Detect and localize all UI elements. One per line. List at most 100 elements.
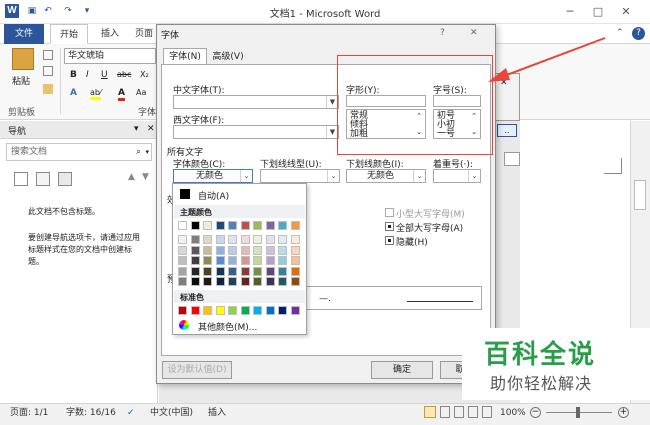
strikethrough-button[interactable]: abc: [117, 70, 131, 79]
color-swatch[interactable]: [178, 245, 187, 255]
color-swatch[interactable]: [278, 266, 287, 276]
zoom-slider-thumb[interactable]: [576, 407, 580, 418]
collapse-ribbon-icon[interactable]: ⌃: [616, 28, 628, 40]
subscript-button[interactable]: X₂: [140, 70, 149, 79]
search-icon[interactable]: ⌕: [136, 147, 141, 157]
color-swatch[interactable]: [240, 277, 250, 286]
nav-prev-icon[interactable]: ▲: [128, 172, 135, 182]
undo-icon[interactable]: ↶: [42, 5, 54, 18]
color-swatch[interactable]: [203, 235, 212, 244]
minimize-button[interactable]: ─: [558, 3, 582, 21]
color-swatch[interactable]: [228, 221, 237, 230]
color-swatch[interactable]: [178, 256, 187, 265]
zoom-level[interactable]: 100%: [500, 405, 526, 421]
full-screen-reading-icon[interactable]: [440, 406, 450, 418]
tab-file[interactable]: 文件: [4, 24, 44, 44]
text-effects-button[interactable]: A: [70, 88, 77, 98]
color-swatch[interactable]: [203, 277, 212, 286]
color-swatch[interactable]: [278, 235, 287, 244]
nav-headings-tab-icon[interactable]: [14, 172, 28, 186]
color-swatch[interactable]: [253, 235, 262, 244]
color-swatch[interactable]: [228, 235, 237, 244]
help-icon[interactable]: ?: [632, 27, 645, 40]
color-swatch[interactable]: [253, 221, 262, 230]
color-swatch[interactable]: [278, 306, 287, 315]
font-color-combo[interactable]: 无颜色 ⌄: [173, 169, 253, 183]
color-swatch[interactable]: [178, 277, 187, 286]
color-swatch[interactable]: [228, 306, 237, 315]
color-swatch[interactable]: [290, 256, 300, 265]
draft-view-icon[interactable]: [482, 406, 492, 418]
proofing-icon[interactable]: ✓: [127, 405, 135, 421]
dialog-help-button[interactable]: ?: [440, 28, 445, 38]
dialog-close-button[interactable]: ✕: [470, 28, 478, 38]
paste-icon[interactable]: [12, 48, 34, 70]
color-swatch[interactable]: [240, 245, 250, 255]
color-swatch[interactable]: [178, 235, 187, 244]
auto-color-swatch[interactable]: [180, 189, 190, 199]
nav-options-icon[interactable]: ▾: [134, 124, 139, 134]
hidden-checkbox[interactable]: [385, 236, 394, 245]
chevron-down-icon[interactable]: ⌄: [413, 170, 425, 182]
status-page[interactable]: 页面: 1/1: [10, 405, 48, 421]
search-dropdown-icon[interactable]: ▾: [145, 147, 149, 157]
status-mode[interactable]: 插入: [208, 405, 226, 421]
color-swatch[interactable]: [290, 306, 300, 315]
zoom-out-icon[interactable]: −: [530, 407, 541, 418]
status-words[interactable]: 字数: 16/16: [66, 405, 116, 421]
tab-insert[interactable]: 插入: [94, 24, 126, 44]
color-swatch[interactable]: [228, 266, 237, 276]
color-swatch[interactable]: [190, 245, 200, 255]
color-swatch[interactable]: [240, 306, 250, 315]
chevron-down-icon[interactable]: ⌄: [468, 170, 480, 182]
copy-icon[interactable]: [43, 66, 53, 76]
cut-icon[interactable]: [43, 50, 53, 60]
customize-qat-icon[interactable]: ▾: [82, 5, 92, 18]
ribbon-font-name-combo[interactable]: 华文琥珀: [64, 48, 156, 64]
chevron-down-icon[interactable]: ⌄: [327, 170, 339, 182]
color-swatch[interactable]: [215, 235, 225, 244]
color-swatch[interactable]: [203, 306, 212, 315]
color-swatch[interactable]: [240, 235, 250, 244]
more-colors-option[interactable]: 其他颜色(M)...: [198, 320, 257, 333]
color-swatch[interactable]: [253, 245, 262, 255]
underline-button[interactable]: U: [101, 70, 108, 80]
bold-button[interactable]: B: [70, 70, 77, 80]
color-swatch[interactable]: [178, 266, 187, 276]
color-swatch[interactable]: [290, 221, 300, 230]
maximize-button[interactable]: □: [586, 3, 610, 21]
format-painter-icon[interactable]: [43, 84, 53, 94]
background-dialog-button[interactable]: ..: [497, 124, 517, 137]
color-swatch[interactable]: [278, 221, 287, 230]
font-color-button[interactable]: A: [118, 88, 125, 101]
color-swatch[interactable]: [228, 245, 237, 255]
color-swatch[interactable]: [265, 235, 275, 244]
color-swatch[interactable]: [253, 306, 262, 315]
chevron-down-icon[interactable]: ⌄: [240, 170, 252, 182]
color-swatch[interactable]: [203, 266, 212, 276]
outline-view-icon[interactable]: [468, 406, 478, 418]
color-swatch[interactable]: [215, 245, 225, 255]
color-swatch[interactable]: [278, 277, 287, 286]
color-swatch[interactable]: [190, 266, 200, 276]
color-swatch[interactable]: [178, 221, 187, 230]
chinese-font-combo[interactable]: ▼: [173, 95, 339, 109]
set-default-button[interactable]: 设为默认值(D): [162, 361, 232, 379]
color-swatch[interactable]: [253, 256, 262, 265]
nav-next-icon[interactable]: ▼: [142, 172, 149, 182]
web-layout-icon[interactable]: [454, 406, 464, 418]
color-swatch[interactable]: [190, 256, 200, 265]
color-swatch[interactable]: [253, 266, 262, 276]
color-swatch[interactable]: [203, 221, 212, 230]
color-swatch[interactable]: [190, 306, 200, 315]
color-swatch[interactable]: [265, 245, 275, 255]
color-swatch[interactable]: [215, 306, 225, 315]
more-colors-icon[interactable]: [179, 320, 189, 330]
color-swatch[interactable]: [240, 256, 250, 265]
redo-icon[interactable]: ↷: [62, 5, 74, 18]
color-swatch[interactable]: [265, 256, 275, 265]
color-swatch[interactable]: [228, 256, 237, 265]
color-swatch[interactable]: [190, 277, 200, 286]
nav-results-tab-icon[interactable]: [58, 172, 72, 186]
color-swatch[interactable]: [253, 277, 262, 286]
